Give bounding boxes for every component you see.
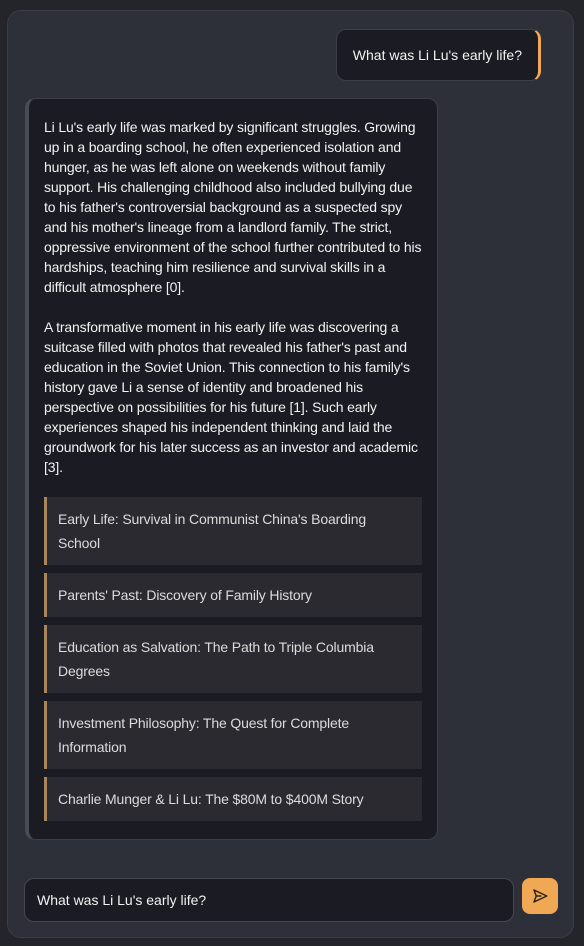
source-item[interactable]: Parents' Past: Discovery of Family Histo…	[44, 573, 422, 617]
send-button[interactable]	[522, 878, 558, 914]
message-input[interactable]: What was Li Lu's early life?	[24, 878, 514, 922]
source-list: Early Life: Survival in Communist China'…	[44, 497, 422, 821]
source-item[interactable]: Charlie Munger & Li Lu: The $80M to $400…	[44, 777, 422, 821]
user-message: What was Li Lu's early life?	[335, 29, 541, 81]
answer-paragraph: Li Lu's early life was marked by signifi…	[44, 119, 422, 295]
source-item[interactable]: Investment Philosophy: The Quest for Com…	[44, 701, 422, 769]
source-item[interactable]: Early Life: Survival in Communist China'…	[44, 497, 422, 565]
assistant-message: Li Lu's early life was marked by signifi…	[25, 98, 438, 840]
chat-panel: What was Li Lu's early life? Li Lu's ear…	[7, 10, 574, 938]
source-item[interactable]: Education as Salvation: The Path to Trip…	[44, 625, 422, 693]
send-icon	[533, 889, 548, 903]
answer-paragraph: A transformative moment in his early lif…	[44, 319, 418, 475]
answer-text: Li Lu's early life was marked by signifi…	[44, 117, 422, 477]
